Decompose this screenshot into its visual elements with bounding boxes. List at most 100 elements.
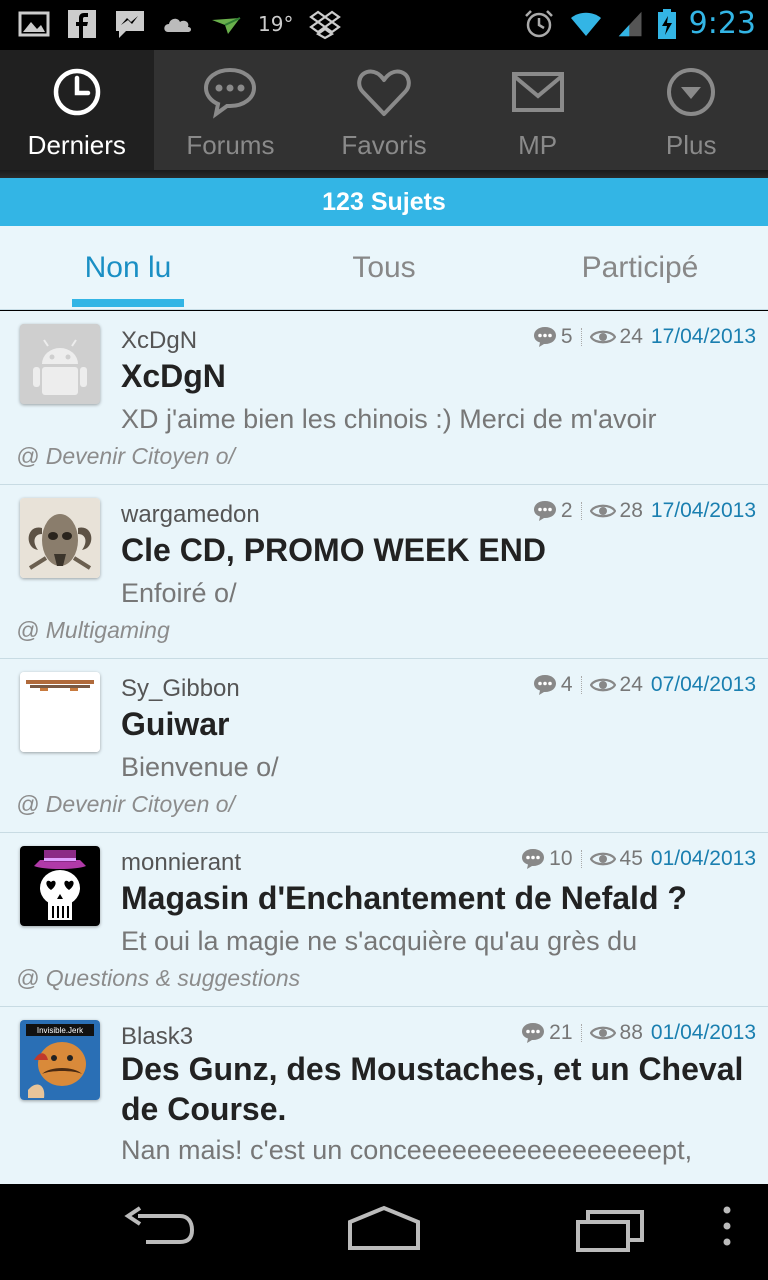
view-count: 88: [619, 1021, 643, 1044]
tab-forums[interactable]: Forums: [154, 50, 308, 178]
chat-bubble-icon: [204, 67, 257, 119]
view-count: 24: [619, 325, 643, 348]
avatar-text: Invisible.Jerk: [37, 1026, 84, 1035]
tab-plus[interactable]: Plus: [614, 50, 768, 178]
view-count-icon: [589, 1026, 616, 1040]
banner-avatar: [20, 672, 100, 752]
topic-list: XcDgN 5 24 17/04/2013 XcDgN XD j'aime bi…: [0, 311, 768, 1184]
ram-skull-avatar: [20, 498, 100, 578]
topic-author: monnierant: [121, 849, 242, 876]
topic-excerpt: Nan mais! c'est un conceeeeeeeeeeeeeeeee…: [121, 1135, 693, 1165]
topic-date: 17/04/2013: [650, 325, 756, 348]
meta-separator: [580, 502, 582, 520]
skull-hat-avatar: [20, 846, 100, 926]
topic-date: 07/04/2013: [650, 673, 756, 696]
active-tab-indicator: [72, 299, 184, 307]
topic-row[interactable]: monnierant 10 45 01/04/2013 Magasin d'En…: [0, 833, 768, 1007]
topic-title: Des Gunz, des Moustaches, et un Cheval d…: [121, 1051, 744, 1127]
view-count-icon: [589, 852, 616, 866]
topic-author: XcDgN: [121, 327, 198, 354]
cloud-icon: [164, 18, 191, 32]
tab-label: Plus: [665, 130, 717, 160]
status-bar: 19° 9:23: [0, 0, 768, 50]
view-count: 24: [619, 673, 643, 696]
tab-favoris[interactable]: Favoris: [307, 50, 461, 178]
envelope-icon: [511, 72, 564, 112]
meta-separator: [580, 676, 582, 694]
topic-row[interactable]: Invisible.Jerk Blask3 21 88 01/04/2013 D…: [0, 1007, 768, 1184]
topic-count-banner: 123 Sujets: [0, 178, 768, 226]
topic-row[interactable]: XcDgN 5 24 17/04/2013 XcDgN XD j'aime bi…: [0, 311, 768, 485]
heart-icon: [357, 69, 411, 116]
tab-label: Participé: [581, 251, 699, 284]
tab-mp[interactable]: MP: [461, 50, 615, 178]
reply-count: 5: [560, 325, 573, 348]
top-navigation-divider: [0, 170, 768, 178]
tab-derniers[interactable]: Derniers: [0, 50, 154, 178]
reply-count-icon: [522, 849, 545, 869]
tab-label: Derniers: [27, 130, 126, 160]
topic-meta: 21 88 01/04/2013: [521, 1021, 756, 1045]
dropdown-circle-icon: [667, 68, 716, 116]
mustache-avatar: Invisible.Jerk: [20, 1020, 100, 1100]
reply-count-icon: [533, 675, 556, 695]
reply-count: 10: [549, 847, 573, 870]
topic-meta: 2 28 17/04/2013: [533, 499, 756, 523]
facebook-icon: [68, 10, 96, 38]
temperature-text: 19°: [258, 12, 294, 36]
topic-date: 01/04/2013: [650, 1021, 756, 1044]
topic-title: XcDgN: [121, 358, 226, 394]
alarm-icon: [524, 9, 553, 37]
recents-icon[interactable]: [574, 1204, 648, 1254]
topic-date: 17/04/2013: [650, 499, 756, 522]
tab-label: Non lu: [84, 251, 172, 284]
topic-excerpt: Enfoiré o/: [121, 578, 237, 608]
menu-icon[interactable]: [720, 1204, 734, 1254]
image-icon: [18, 11, 50, 37]
dropbox-icon: [309, 10, 342, 40]
view-count-icon: [589, 330, 616, 344]
tab-label: Forums: [186, 130, 275, 160]
clock-icon: [53, 68, 101, 116]
home-icon[interactable]: [346, 1204, 422, 1254]
topic-forum[interactable]: @ Questions & suggestions: [16, 965, 300, 992]
topic-excerpt: Bienvenue o/: [121, 752, 279, 782]
tab-tous[interactable]: Tous: [256, 226, 512, 309]
view-count-icon: [589, 504, 616, 518]
view-count: 28: [619, 499, 643, 522]
meta-separator: [580, 1024, 582, 1042]
reply-count: 4: [560, 673, 573, 696]
topic-meta: 5 24 17/04/2013: [533, 325, 756, 349]
topic-title: Magasin d'Enchantement de Nefald ?: [121, 880, 687, 916]
clock-text: 9:23: [688, 6, 756, 41]
reply-count-icon: [533, 501, 556, 521]
topic-excerpt: XD j'aime bien les chinois :) Merci de m…: [121, 404, 657, 434]
reply-count: 2: [560, 499, 573, 522]
topic-forum[interactable]: @ Devenir Citoyen o/: [16, 791, 235, 818]
topic-author: Sy_Gibbon: [121, 675, 240, 702]
tab-label: MP: [518, 130, 558, 160]
topic-meta: 4 24 07/04/2013: [533, 673, 756, 697]
topic-author: wargamedon: [121, 501, 260, 528]
tab-label: Favoris: [341, 130, 427, 160]
wifi-icon: [570, 12, 601, 36]
reply-count-icon: [522, 1023, 545, 1043]
topic-excerpt: Et oui la magie ne s'acquière qu'au grès…: [121, 926, 638, 956]
top-navigation: Derniers Forums Favoris MP Plus: [0, 50, 768, 178]
view-count: 45: [619, 847, 643, 870]
tab-non-lu[interactable]: Non lu: [0, 226, 256, 309]
back-icon[interactable]: [122, 1204, 196, 1254]
topic-row[interactable]: Sy_Gibbon 4 24 07/04/2013 Guiwar Bienven…: [0, 659, 768, 833]
topic-row[interactable]: wargamedon 2 28 17/04/2013 Cle CD, PROMO…: [0, 485, 768, 659]
topic-forum[interactable]: @ Multigaming: [16, 617, 170, 644]
battery-icon: [657, 8, 676, 39]
tab-participe[interactable]: Participé: [512, 226, 768, 309]
tab-label: Tous: [352, 251, 416, 284]
topic-forum[interactable]: @ Devenir Citoyen o/: [16, 443, 235, 470]
filter-tabs: Non lu Tous Participé: [0, 226, 768, 310]
meta-separator: [580, 328, 582, 346]
plane-icon: [212, 17, 241, 34]
android-avatar: [20, 324, 100, 404]
meta-separator: [580, 850, 582, 868]
view-count-icon: [589, 678, 616, 692]
